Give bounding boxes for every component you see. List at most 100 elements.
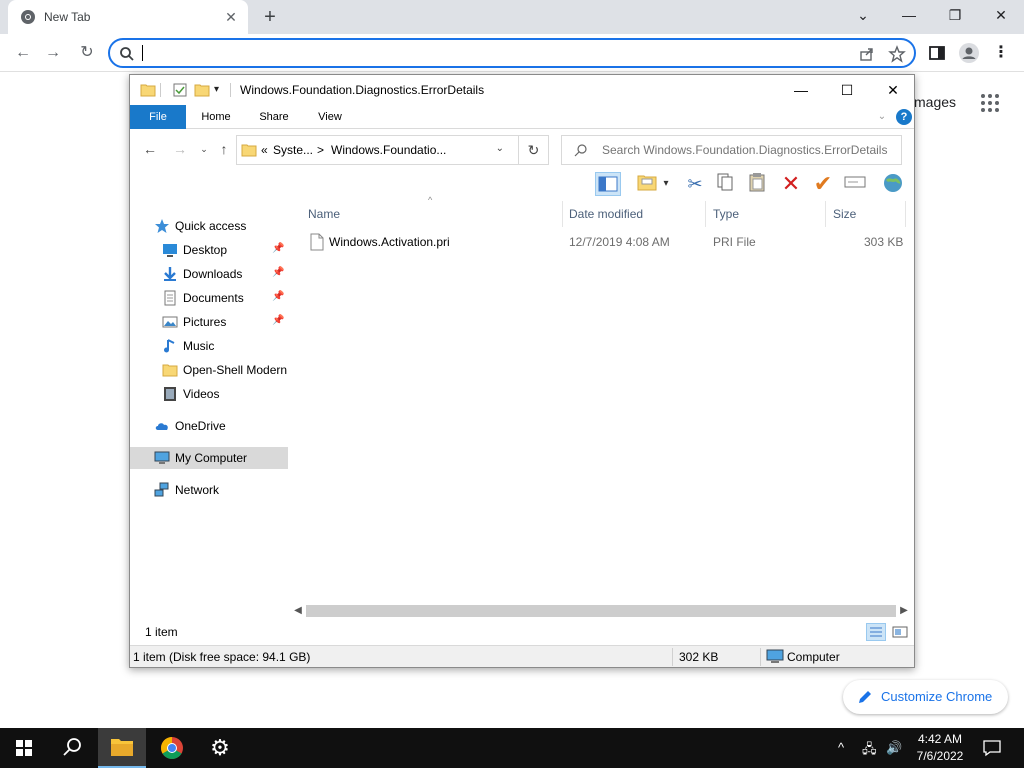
sidebar-item-quick-access[interactable]: Quick access [130,215,288,237]
properties-icon[interactable] [172,82,188,98]
cut-icon[interactable]: ✂ [682,172,708,196]
file-explorer-window: ▾ Windows.Foundation.Diagnostics.ErrorDe… [129,74,915,668]
chrome-taskbar-icon[interactable] [148,728,196,768]
pin-icon[interactable]: 📌 [272,315,284,326]
explorer-maximize-button[interactable]: ☐ [824,75,870,105]
column-header-type[interactable]: Type [713,201,739,227]
sidebar-item-label: OneDrive [175,419,226,433]
sidebar-item-music[interactable]: Music [130,335,288,357]
pin-icon[interactable]: 📌 [272,243,284,254]
sidebar-item-videos[interactable]: Videos [130,383,288,405]
windows-start-icon[interactable] [0,728,48,768]
up-button[interactable]: ↑ [214,139,234,159]
horizontal-scrollbar[interactable]: ◀ ▶ [290,603,914,619]
pin-icon[interactable]: 📌 [272,267,284,278]
network-tray-icon[interactable]: 🖧 [862,740,877,762]
column-divider[interactable] [905,201,906,227]
tab-home[interactable]: Home [192,105,240,129]
new-folder-icon[interactable] [194,82,210,98]
scroll-right-icon[interactable]: ▶ [896,603,912,619]
settings-gear-icon[interactable]: ⚙ [196,728,244,768]
omnibox[interactable] [108,38,916,68]
side-panel-icon[interactable] [926,42,948,64]
column-header-date-modified[interactable]: Date modified [569,201,643,227]
help-icon[interactable]: ? [896,109,912,125]
back-button[interactable]: ← [12,42,34,64]
customize-chrome-button[interactable]: Customize Chrome [843,680,1008,714]
refresh-button[interactable]: ↻ [518,135,548,165]
sidebar-item-open-shell-modern[interactable]: Open-Shell Modern [130,359,288,381]
details-view-icon[interactable] [866,623,886,641]
tab-close-icon[interactable]: ✕ [222,8,240,26]
explorer-minimize-button[interactable]: — [778,75,824,105]
volume-icon[interactable]: 🔊 [886,740,902,756]
preview-pane-icon[interactable] [595,172,621,196]
sidebar-item-network[interactable]: Network [130,479,288,501]
new-tab-button[interactable]: + [260,7,280,27]
chrome-tab-search-icon[interactable]: ⌄ [840,0,886,30]
folder-options-icon[interactable] [634,172,660,196]
address-bar[interactable]: « Syste... > Windows.Foundatio... ⌄ ↻ [236,135,549,165]
tab-file[interactable]: File [130,105,186,129]
chrome-restore-button[interactable]: ❐ [932,0,978,30]
file-explorer-taskbar-icon[interactable] [98,728,146,768]
explorer-close-button[interactable]: ✕ [870,75,916,105]
sidebar-item-downloads[interactable]: Downloads 📌 [130,263,288,285]
column-header-size[interactable]: Size [833,201,856,227]
column-divider[interactable] [825,201,826,227]
rename-icon[interactable] [842,172,868,196]
tray-chevron-icon[interactable]: ^ [838,740,844,755]
recent-locations-icon[interactable]: ⌄ [194,139,214,159]
search-input[interactable] [602,143,892,157]
sidebar-item-onedrive[interactable]: OneDrive [130,415,288,437]
taskbar-clock[interactable]: 4:42 AM 7/6/2022 [912,731,968,765]
sidebar-item-pictures[interactable]: Pictures 📌 [130,311,288,333]
status-divider [672,648,673,666]
explorer-forward-button[interactable]: → [170,139,190,159]
address-overflow-chevron[interactable]: « [261,143,268,157]
notifications-icon[interactable] [982,739,1002,757]
globe-icon[interactable] [880,172,906,196]
scroll-left-icon[interactable]: ◀ [290,603,306,619]
search-icon[interactable] [48,728,96,768]
qat-dropdown-icon[interactable]: ▾ [214,82,230,98]
forward-button[interactable]: → [42,42,64,64]
address-dropdown-icon[interactable]: ⌄ [496,143,504,154]
sidebar-item-desktop[interactable]: Desktop 📌 [130,239,288,261]
sidebar-item-documents[interactable]: Documents 📌 [130,287,288,309]
chrome-minimize-button[interactable]: — [886,0,932,30]
address-segment-current[interactable]: Windows.Foundatio... [331,143,446,157]
address-segment-system[interactable]: Syste... [273,143,313,157]
delete-icon[interactable]: ✕ [778,172,804,196]
column-divider[interactable] [562,201,563,227]
sidebar-item-label: Quick access [175,219,247,233]
omnibox-input[interactable] [142,44,842,62]
folder-options-dropdown-icon[interactable]: ▾ [660,172,672,196]
download-icon [164,267,176,281]
scroll-thumb[interactable] [306,605,896,617]
pin-icon[interactable]: 📌 [272,291,284,302]
chrome-menu-icon[interactable]: ⋮ [990,42,1012,64]
ntp-images-link[interactable]: mages [914,94,956,110]
file-row[interactable]: Windows.Activation.pri 12/7/2019 4:08 AM… [298,231,906,253]
copy-icon[interactable] [712,172,738,196]
profile-avatar-icon[interactable] [958,42,980,64]
ribbon-expand-icon[interactable]: ⌄ [874,109,890,125]
chrome-close-button[interactable]: ✕ [978,0,1024,30]
large-icons-view-icon[interactable] [890,623,910,641]
apps-grid-icon[interactable] [980,93,1000,113]
search-box[interactable] [561,135,902,165]
tab-new-tab[interactable]: New Tab ✕ [8,0,248,34]
tab-view[interactable]: View [306,105,354,129]
check-icon[interactable]: ✔ [810,172,836,196]
reload-button[interactable]: ↻ [76,42,98,64]
column-divider[interactable] [705,201,706,227]
tab-share[interactable]: Share [250,105,298,129]
paste-icon[interactable] [744,172,770,196]
share-icon[interactable] [858,45,876,63]
bookmark-star-icon[interactable] [888,45,906,63]
column-header-name[interactable]: Name [308,201,340,227]
address-separator[interactable]: > [317,143,324,157]
explorer-back-button[interactable]: ← [140,139,160,159]
sidebar-item-my-computer[interactable]: My Computer [130,447,288,469]
